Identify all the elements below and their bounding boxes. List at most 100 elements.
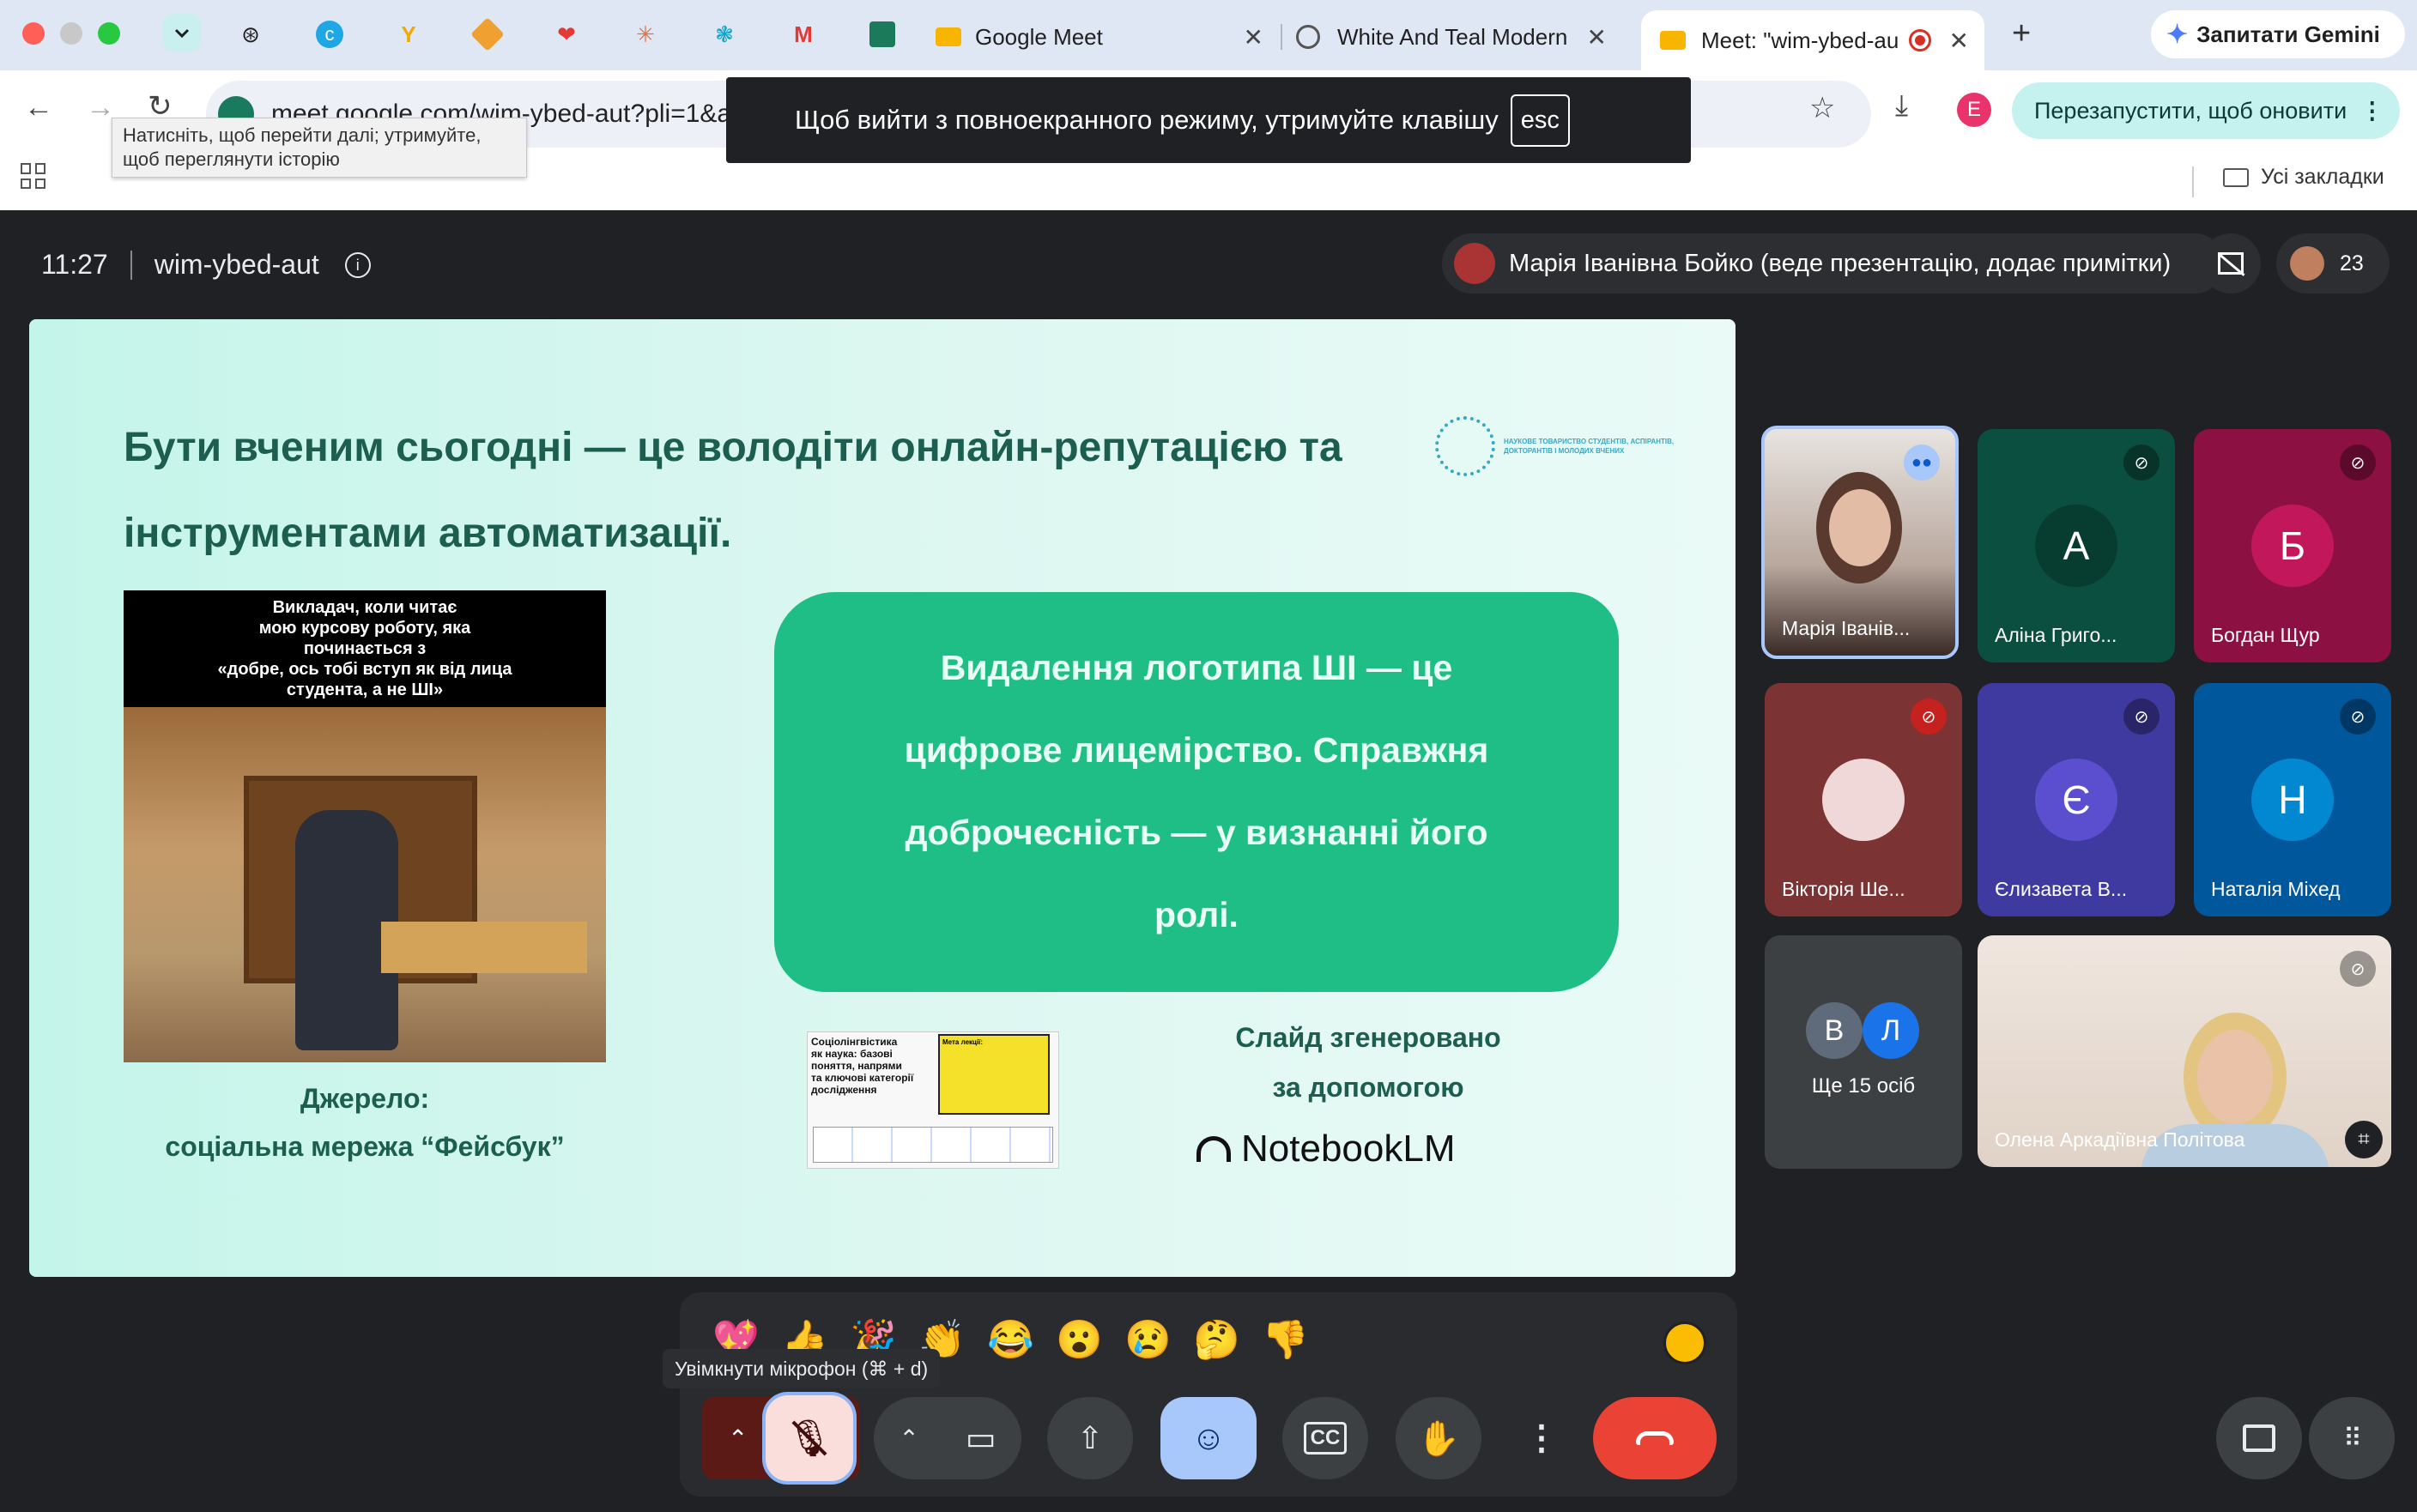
relaunch-button[interactable]: Перезапустити, щоб оновити ⋮	[2012, 82, 2400, 139]
participant-count: 23	[2340, 251, 2364, 275]
download-icon[interactable]: ⤓	[1895, 89, 1908, 123]
avatar-initial: Н	[2278, 777, 2307, 822]
bookmark-divider	[2192, 166, 2194, 197]
pinned-tab-gmail[interactable]: M	[784, 15, 822, 53]
leave-call-button[interactable]	[1593, 1397, 1717, 1479]
camera-group: ⌃ ▭	[874, 1397, 1021, 1479]
bookmark-star-icon[interactable]: ☆	[1809, 91, 1835, 125]
tab-search-button[interactable]	[163, 14, 201, 51]
reaction-crying[interactable]: 😢	[1124, 1317, 1172, 1362]
chat-button[interactable]	[2216, 1397, 2302, 1479]
reaction-joy[interactable]: 😂	[987, 1317, 1034, 1362]
pinned-tab-wheel[interactable]: ❃	[706, 15, 743, 53]
mic-off-icon: ⊘	[2123, 699, 2160, 735]
emoji-reactions-button[interactable]: ☺	[1160, 1397, 1257, 1479]
meme-desk	[381, 922, 587, 973]
thumbnail-title: Соціолінгвістика як наука: базові понятт…	[811, 1036, 936, 1096]
browser-tab-strip: ⊛ c Y ❤ ✳ ❃ M Google Meet ✕ White And Te…	[0, 0, 2417, 70]
close-tab-icon[interactable]: ✕	[1587, 23, 1607, 51]
chevron-up-icon[interactable]: ⌃	[899, 1424, 918, 1453]
raise-hand-button[interactable]: ✋	[1396, 1397, 1481, 1479]
reaction-thumbs-down[interactable]: 👎	[1262, 1317, 1309, 1362]
globe-icon	[1296, 25, 1320, 49]
pinned-tab-y[interactable]: Y	[390, 15, 427, 53]
tab-title: Meet: "wim-ybed-au	[1701, 27, 1899, 53]
quote-line: доброчесність — у визнанні його	[905, 813, 1488, 852]
pinned-tab-heart[interactable]: ❤	[548, 15, 585, 53]
society-logo: НАУКОВЕ ТОВАРИСТВО СТУДЕНТІВ, АСПІРАНТІВ…	[1435, 414, 1693, 479]
close-tab-icon[interactable]: ✕	[1949, 27, 1969, 55]
participants-button[interactable]: 23	[2276, 233, 2390, 293]
close-tab-icon[interactable]: ✕	[1244, 23, 1263, 51]
mic-off-icon: ⊘	[2340, 445, 2376, 481]
slide-title-line: інструментами автоматизації.	[124, 511, 732, 556]
layers-icon	[470, 17, 505, 51]
wheel-icon: ❃	[715, 21, 734, 47]
generated-line: Слайд згенеровано	[1235, 1022, 1501, 1053]
camera-icon[interactable]: ▭	[966, 1419, 996, 1458]
meme-line: «добре, ось тобі вступ як від лица	[217, 660, 512, 679]
participant-tile[interactable]: ⊘ Вікторія Ше...	[1765, 683, 1962, 916]
microphone-toggle-button[interactable]: 🎙	[762, 1392, 857, 1485]
pinned-tab-layers[interactable]	[469, 15, 506, 53]
thumb-line: поняття, напрями	[811, 1060, 902, 1072]
minimize-window-button[interactable]	[60, 22, 82, 45]
info-icon[interactable]: i	[344, 251, 371, 278]
chat-icon	[2243, 1424, 2275, 1452]
activities-button[interactable]: ⠿	[2309, 1397, 2395, 1479]
participant-tile[interactable]: ●● Марія Іванів...	[1761, 426, 1959, 659]
present-screen-button[interactable]: ⇧	[1047, 1397, 1133, 1479]
ask-gemini-button[interactable]: ✦ Запитати Gemini	[2151, 10, 2405, 58]
apps-grid-icon[interactable]	[21, 163, 46, 189]
mic-off-icon: ⊘	[1911, 699, 1947, 735]
profile-avatar[interactable]: E	[1957, 93, 1991, 127]
tab-white-teal[interactable]: White And Teal Modern ✕	[1296, 10, 1622, 64]
meet-icon	[936, 27, 961, 46]
layout-toggle-button[interactable]	[2201, 233, 2261, 293]
quote-line: Видалення логотипа ШІ — це	[940, 648, 1453, 687]
participant-name: Наталія Міхед	[2211, 878, 2341, 900]
all-bookmarks-button[interactable]: Усі закладки	[2223, 165, 2384, 190]
more-participants-tile[interactable]: В Л Ще 15 осіб	[1765, 935, 1962, 1169]
participant-tile[interactable]: А ⊘ Аліна Григо...	[1978, 429, 2175, 662]
participant-tile[interactable]: Н ⊘ Наталія Міхед	[2194, 683, 2391, 916]
tab-meet-active[interactable]: Meet: "wim-ybed-au ✕	[1641, 10, 1984, 70]
captions-button[interactable]: CC	[1282, 1397, 1368, 1479]
openai-icon: ⊛	[241, 21, 260, 47]
slide-title-line: Бути вченим сьогодні — це володіти онлай…	[124, 425, 1342, 470]
thumb-line: та ключові категорії	[811, 1072, 914, 1084]
maximize-window-button[interactable]	[98, 22, 120, 45]
generated-caption: Слайд згенеровано за допомогою	[1154, 1013, 1583, 1112]
more-options-button[interactable]: ⋮	[1516, 1397, 1567, 1479]
tooltip-line: Натисніть, щоб перейти далі; утримуйте,	[123, 124, 482, 146]
tab-google-meet[interactable]: Google Meet ✕	[936, 10, 1279, 64]
apps-grid-icon: ⠿	[2343, 1424, 2362, 1453]
pinned-tab-openai[interactable]: ⊛	[232, 15, 270, 53]
reaction-thinking[interactable]: 🤔	[1193, 1317, 1240, 1362]
crop-icon[interactable]: ⌗	[2345, 1121, 2383, 1158]
hand-icon: ✋	[1417, 1419, 1460, 1458]
close-window-button[interactable]	[22, 22, 45, 45]
meme-image: Викладач, коли читає мою курсову роботу,…	[124, 590, 606, 1062]
meme-line: починається з	[303, 639, 427, 658]
presenter-chip[interactable]: Марія Іванівна Бойко (веде презентацію, …	[1442, 233, 2225, 293]
back-icon[interactable]: ←	[24, 91, 53, 124]
claude-icon: ✳	[636, 21, 655, 47]
pinned-tab-claude[interactable]: ✳	[627, 15, 664, 53]
participant-tile[interactable]: Є ⊘ Єлизавета В...	[1978, 683, 2175, 916]
participant-tile-large[interactable]: ⊘ ⌗ Олена Аркадіївна Політова	[1978, 935, 2391, 1167]
participant-tile[interactable]: Б ⊘ Богдан Щур	[2194, 429, 2391, 662]
participant-name: Єлизавета В...	[1995, 878, 2128, 900]
meet-icon	[1660, 31, 1686, 50]
pinned-tab-chart[interactable]	[863, 15, 901, 53]
thumb-line: дослідження	[811, 1084, 877, 1096]
skin-tone-button[interactable]	[1663, 1321, 1706, 1364]
pinned-tab-canva[interactable]: c	[311, 15, 348, 53]
new-tab-button[interactable]: +	[2012, 15, 2031, 52]
reaction-surprised[interactable]: 😮	[1056, 1317, 1103, 1362]
quote-line: ролі.	[1154, 895, 1239, 934]
forward-icon[interactable]: →	[86, 91, 115, 124]
chevron-up-icon[interactable]: ⌃	[728, 1424, 748, 1453]
notebooklm-icon	[1196, 1136, 1231, 1162]
participant-name: Марія Іванів...	[1782, 617, 1911, 639]
